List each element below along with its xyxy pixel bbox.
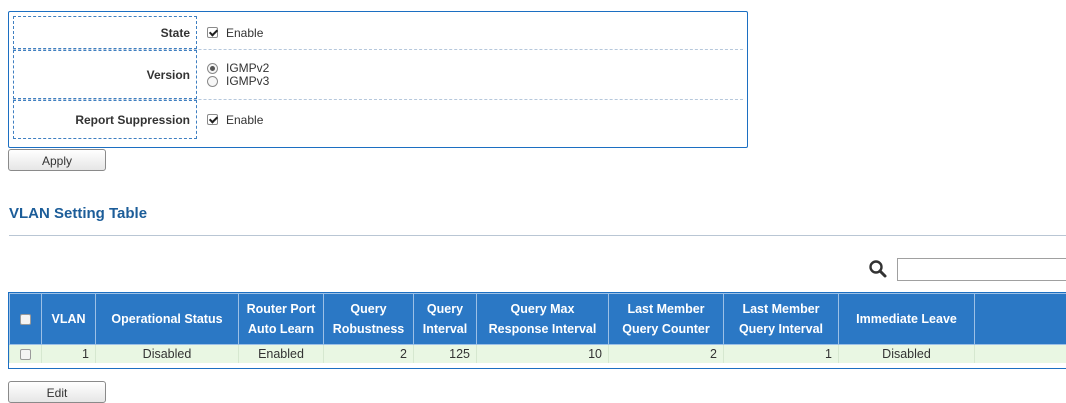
cell-operational-status: Disabled — [95, 344, 239, 363]
cell-extra — [974, 344, 1066, 363]
igmpv3-text: IGMPv3 — [226, 74, 270, 88]
version-label: Version — [13, 50, 197, 99]
table-row[interactable]: 1 Disabled Enabled 2 125 10 2 1 Disabled — [9, 344, 1066, 363]
state-enable-checkbox[interactable] — [207, 27, 218, 38]
igmpv2-option[interactable]: IGMPv2 — [207, 61, 743, 75]
report-suppression-row: Report Suppression Enable — [13, 100, 743, 139]
edit-button[interactable]: Edit — [8, 381, 106, 403]
col-last-member-query-counter[interactable]: Last Member Query Counter — [608, 293, 724, 345]
col-last-member-query-interval[interactable]: Last Member Query Interval — [723, 293, 839, 345]
report-suppression-label: Report Suppression — [13, 100, 197, 139]
report-suppression-checkbox[interactable] — [207, 114, 218, 125]
col-operational-status[interactable]: Operational Status — [95, 293, 239, 345]
col-vlan-label: VLAN — [51, 312, 86, 326]
select-all-header[interactable] — [9, 293, 42, 345]
apply-button[interactable]: Apply — [8, 149, 106, 171]
row-select-cell[interactable] — [9, 344, 42, 363]
state-label: State — [13, 16, 197, 49]
cell-last-member-query-interval: 1 — [723, 344, 839, 363]
col-query-max-line1: Query Max — [510, 302, 575, 316]
report-suppression-enable-option[interactable]: Enable — [207, 112, 743, 127]
col-query-robustness-line1: Query — [350, 302, 387, 316]
col-lm-counter-line2: Query Counter — [622, 322, 710, 336]
table-header-row: VLAN Operational Status Router Port Auto… — [9, 293, 1066, 345]
col-query-max-line2: Response Interval — [488, 322, 597, 336]
col-query-max-response-interval[interactable]: Query Max Response Interval — [476, 293, 609, 345]
cell-query-interval: 125 — [413, 344, 477, 363]
col-query-interval-line1: Query — [426, 302, 464, 316]
select-all-checkbox[interactable] — [20, 314, 31, 326]
col-lm-interval-line1: Last Member — [742, 302, 820, 316]
col-query-interval-line2: Interval — [422, 322, 468, 336]
cell-router-port-auto-learn: Enabled — [238, 344, 324, 363]
col-router-port-line2: Auto Learn — [248, 322, 314, 336]
vlan-table: VLAN Operational Status Router Port Auto… — [8, 292, 1066, 369]
search-icon[interactable] — [868, 259, 888, 279]
igmpv2-radio[interactable] — [207, 62, 218, 74]
col-operational-status-label: Operational Status — [111, 312, 223, 326]
col-lm-counter-line1: Last Member — [627, 302, 705, 316]
col-query-interval[interactable]: Query Interval — [413, 293, 477, 345]
igmpv3-option[interactable]: IGMPv3 — [207, 74, 743, 88]
state-row: State Enable — [13, 16, 743, 50]
cell-query-max-response-interval: 10 — [476, 344, 609, 363]
row-select-checkbox[interactable] — [20, 348, 31, 360]
col-lm-interval-line2: Query Interval — [738, 322, 824, 336]
col-router-port-auto-learn[interactable]: Router Port Auto Learn — [238, 293, 324, 345]
search-input[interactable] — [897, 258, 1066, 281]
col-immediate-leave[interactable]: Immediate Leave — [838, 293, 975, 345]
cell-immediate-leave: Disabled — [838, 344, 975, 363]
igmpv3-radio[interactable] — [207, 75, 218, 87]
section-title: VLAN Setting Table — [9, 205, 148, 222]
col-vlan[interactable]: VLAN — [41, 293, 96, 345]
report-suppression-enable-text: Enable — [226, 112, 264, 127]
section-divider — [9, 235, 1066, 236]
col-immediate-leave-label: Immediate Leave — [856, 312, 957, 326]
col-query-robustness-line2: Robustness — [332, 322, 405, 336]
state-enable-option[interactable]: Enable — [207, 25, 743, 40]
col-extra — [974, 293, 1066, 345]
cell-vlan: 1 — [41, 344, 96, 363]
igmpv2-text: IGMPv2 — [226, 61, 270, 75]
version-row: Version IGMPv2 IGMPv3 — [13, 50, 743, 100]
state-enable-text: Enable — [226, 25, 264, 40]
cell-last-member-query-counter: 2 — [608, 344, 724, 363]
cell-query-robustness: 2 — [323, 344, 414, 363]
igmp-settings-form: State Enable Version IGMPv2 IGMPv3 Repor… — [8, 11, 748, 148]
col-router-port-line1: Router Port — [246, 302, 316, 316]
col-query-robustness[interactable]: Query Robustness — [323, 293, 414, 345]
